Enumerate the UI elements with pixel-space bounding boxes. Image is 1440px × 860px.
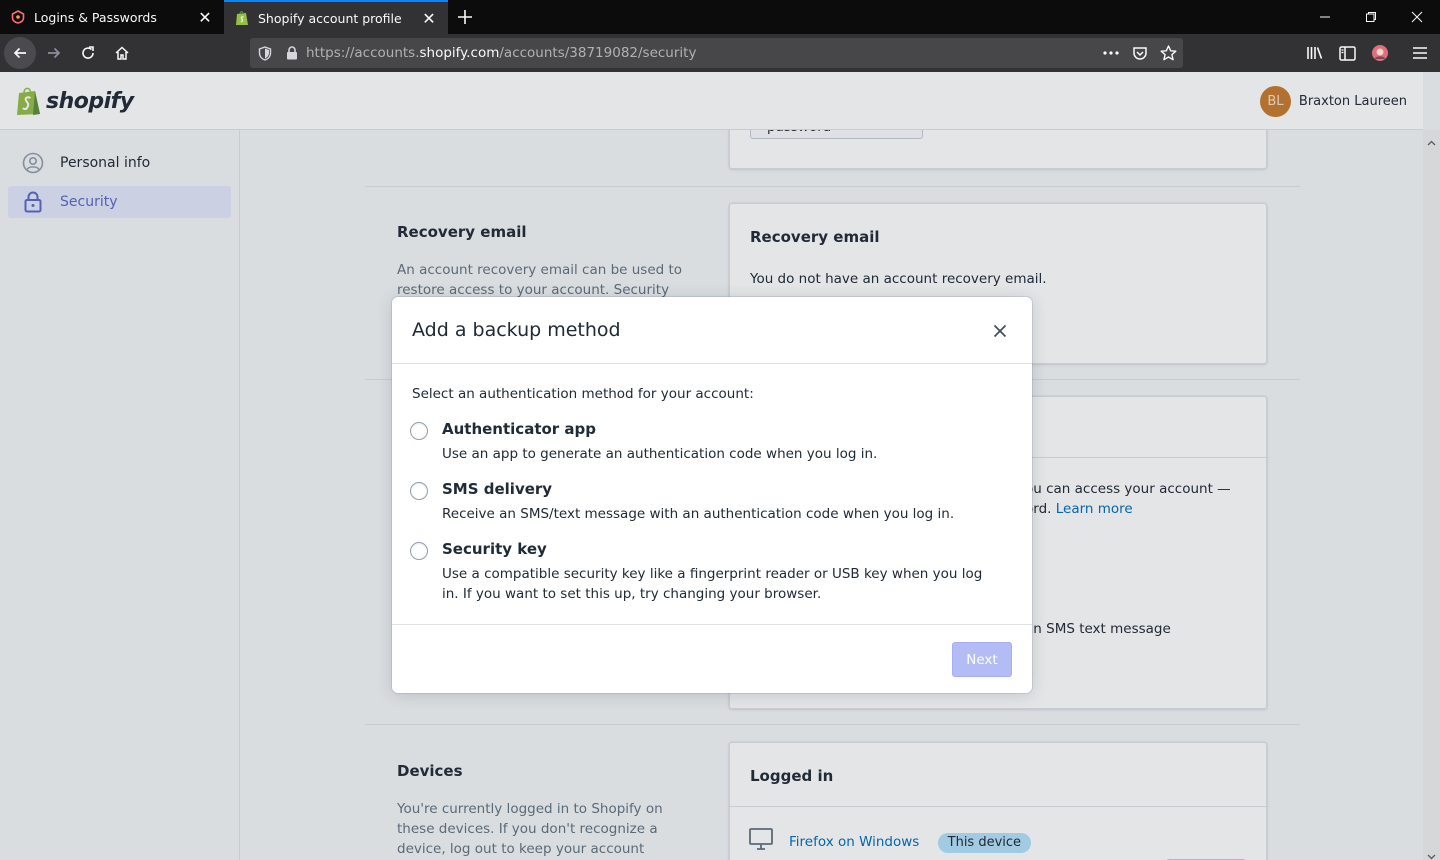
home-button[interactable] — [106, 37, 138, 69]
close-icon — [993, 324, 1007, 338]
minimize-icon — [1320, 16, 1330, 18]
pocket-icon[interactable] — [1132, 46, 1148, 61]
sidebar-toggle-button[interactable] — [1339, 34, 1356, 72]
option-description: Use an app to generate an authentication… — [442, 446, 878, 462]
profile-avatar-icon — [1372, 45, 1388, 61]
next-button[interactable]: Next — [952, 642, 1012, 677]
window-close-button[interactable] — [1394, 0, 1440, 34]
modal-header: Add a backup method — [392, 297, 1032, 364]
url-prefix: https://accounts. — [306, 45, 420, 61]
sidebar-icon — [1339, 45, 1356, 61]
browser-tab-logins[interactable]: Logins & Passwords ✕ — [0, 0, 224, 34]
browser-nav-bar: https://accounts.shopify.com/accounts/38… — [0, 34, 1440, 72]
url-path: /accounts/38719082/security — [499, 45, 697, 61]
bookmark-star-icon[interactable] — [1160, 45, 1177, 61]
add-backup-method-dialog: Add a backup method Select an authentica… — [392, 297, 1032, 693]
option-description: Receive an SMS/text message with an auth… — [442, 506, 955, 522]
url-bar[interactable]: https://accounts.shopify.com/accounts/38… — [250, 38, 1183, 68]
modal-title: Add a backup method — [412, 319, 621, 341]
arrow-right-icon — [48, 47, 61, 59]
modal-prompt: Select an authentication method for your… — [412, 386, 754, 402]
arrow-left-icon — [13, 47, 26, 59]
radio-authenticator-app[interactable] — [410, 422, 428, 440]
library-icon — [1307, 47, 1323, 59]
back-button[interactable] — [4, 37, 36, 69]
tab-title: Shopify account profile — [258, 10, 402, 26]
minimize-button[interactable] — [1302, 0, 1348, 34]
forward-button[interactable] — [38, 37, 70, 69]
account-button[interactable] — [1371, 34, 1389, 72]
modal-body: Select an authentication method for your… — [392, 365, 1032, 624]
modal-close-button[interactable] — [990, 321, 1010, 341]
radio-security-key[interactable] — [410, 542, 428, 560]
home-icon — [115, 46, 129, 60]
page-actions-icon[interactable] — [1102, 50, 1120, 56]
lock-icon[interactable] — [286, 46, 298, 60]
plus-icon — [458, 10, 472, 24]
close-icon — [1411, 11, 1423, 23]
option-description: Use a compatible security key like a fin… — [442, 566, 983, 602]
url-actions — [1102, 38, 1177, 68]
option-title: SMS delivery — [442, 480, 553, 498]
reload-icon — [82, 46, 94, 59]
url-text[interactable]: https://accounts.shopify.com/accounts/38… — [306, 45, 696, 61]
menu-button[interactable] — [1412, 34, 1428, 72]
option-title: Authenticator app — [442, 420, 597, 438]
close-icon[interactable]: ✕ — [420, 9, 438, 28]
shield-icon[interactable] — [258, 45, 272, 61]
library-button[interactable] — [1306, 34, 1324, 72]
tab-title: Logins & Passwords — [34, 9, 157, 25]
shopify-bag-icon — [234, 10, 250, 26]
radio-sms-delivery[interactable] — [410, 482, 428, 500]
url-host: shopify.com — [419, 45, 500, 61]
browser-tab-bar: Logins & Passwords ✕ Shopify account pro… — [0, 0, 1440, 34]
restore-button[interactable] — [1348, 0, 1394, 34]
close-icon[interactable]: ✕ — [196, 8, 214, 27]
hamburger-icon — [1413, 47, 1427, 59]
modal-footer: Next — [392, 624, 1032, 693]
restore-icon — [1366, 12, 1376, 22]
new-tab-button[interactable] — [448, 0, 482, 34]
option-title: Security key — [442, 540, 547, 558]
lockwise-icon — [10, 9, 26, 25]
reload-button[interactable] — [72, 37, 104, 69]
browser-tab-shopify[interactable]: Shopify account profile ✕ — [224, 0, 448, 34]
